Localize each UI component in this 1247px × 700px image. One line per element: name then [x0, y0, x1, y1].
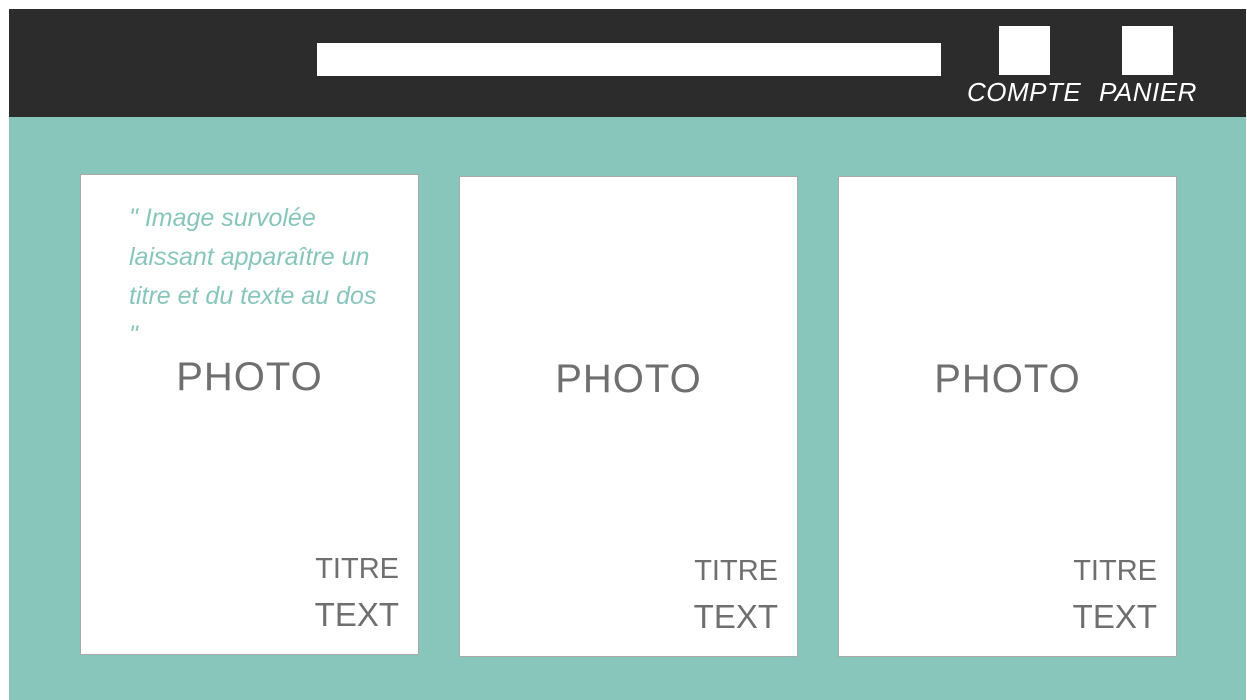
- top-bar: COMPTE PANIER: [9, 9, 1246, 117]
- card-text: TEXT: [314, 596, 399, 633]
- photo-placeholder: PHOTO: [176, 355, 323, 399]
- card-title: TITRE: [315, 553, 399, 585]
- page-frame: COMPTE PANIER " Image survolée laissant …: [9, 9, 1246, 700]
- photo-placeholder: PHOTO: [934, 357, 1081, 401]
- product-card[interactable]: " Image survolée laissant apparaître un …: [80, 174, 419, 655]
- product-card[interactable]: PHOTO TITRE TEXT: [459, 176, 798, 657]
- hover-note: " Image survolée laissant apparaître un …: [129, 204, 377, 349]
- cart-button[interactable]: PANIER: [1099, 26, 1197, 107]
- card-text: TEXT: [693, 598, 778, 635]
- cart-icon: [1122, 26, 1174, 75]
- account-icon: [998, 26, 1050, 75]
- search-input[interactable]: [317, 43, 941, 76]
- account-button[interactable]: COMPTE: [967, 26, 1081, 107]
- card-title: TITRE: [694, 555, 778, 587]
- product-card[interactable]: PHOTO TITRE TEXT: [838, 176, 1177, 657]
- card-text: TEXT: [1072, 598, 1157, 635]
- cart-label: PANIER: [1099, 77, 1197, 107]
- photo-placeholder: PHOTO: [555, 357, 702, 401]
- card-title: TITRE: [1073, 555, 1157, 587]
- account-label: COMPTE: [967, 77, 1082, 107]
